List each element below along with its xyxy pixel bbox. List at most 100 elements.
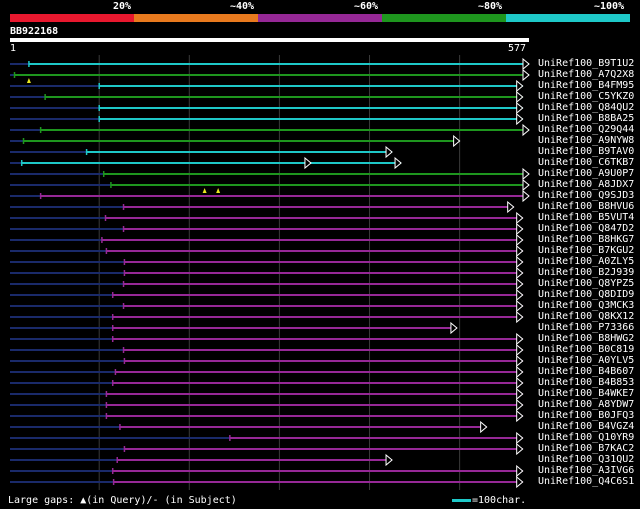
- hit-label[interactable]: UniRef100_A9U0P7: [538, 168, 634, 179]
- hit-alignment-row[interactable]: [10, 79, 524, 93]
- hit-label[interactable]: UniRef100_Q31QU2: [538, 454, 634, 465]
- hit-alignment-row[interactable]: [10, 266, 524, 280]
- hit-label[interactable]: UniRef100_B0JFQ3: [538, 410, 634, 421]
- hit-end-arrow: [516, 299, 524, 313]
- hit-end-arrow: [516, 90, 524, 104]
- hit-label[interactable]: UniRef100_Q29Q44: [538, 124, 634, 135]
- hit-label[interactable]: UniRef100_A0ZLY5: [538, 256, 634, 267]
- hit-alignment-row[interactable]: [10, 68, 530, 83]
- hit-end-arrow: [516, 79, 524, 93]
- hit-alignment-row[interactable]: [10, 464, 524, 478]
- hit-alignment-row[interactable]: [10, 90, 524, 104]
- hit-label[interactable]: UniRef100_Q847D2: [538, 223, 634, 234]
- hit-end-arrow: [516, 332, 524, 346]
- hit-alignment-row[interactable]: [10, 134, 461, 148]
- hit-alignment-row[interactable]: [10, 277, 524, 291]
- hit-end-arrow: [450, 321, 458, 335]
- hit-label[interactable]: UniRef100_Q8KX12: [538, 311, 634, 322]
- hit-label[interactable]: UniRef100_B4B607: [538, 366, 634, 377]
- hit-label[interactable]: UniRef100_C6TKB7: [538, 157, 634, 168]
- hit-end-arrow: [516, 310, 524, 324]
- hit-label[interactable]: UniRef100_P73366: [538, 322, 634, 333]
- hit-alignment-row[interactable]: [10, 321, 458, 335]
- hit-end-arrow: [516, 387, 524, 401]
- hit-alignment-row[interactable]: [10, 288, 524, 302]
- hit-label[interactable]: UniRef100_B8BA25: [538, 113, 634, 124]
- hit-end-arrow: [516, 442, 524, 456]
- hit-alignment-row[interactable]: [10, 123, 530, 137]
- hit-label[interactable]: UniRef100_B4VGZ4: [538, 421, 634, 432]
- hit-label[interactable]: UniRef100_A8JDX7: [538, 179, 634, 190]
- hit-label[interactable]: UniRef100_Q10YR9: [538, 432, 634, 443]
- hit-end-arrow: [516, 398, 524, 412]
- hit-label[interactable]: UniRef100_B2J939: [538, 267, 634, 278]
- hit-alignment-row[interactable]: [10, 343, 524, 357]
- hit-alignment-row[interactable]: [10, 178, 530, 193]
- hit-label[interactable]: UniRef100_Q8DID9: [538, 289, 634, 300]
- hit-alignment-row[interactable]: [10, 101, 524, 115]
- hit-end-arrow: [516, 464, 524, 478]
- hit-label[interactable]: UniRef100_C5YKZ0: [538, 91, 634, 102]
- hit-label[interactable]: UniRef100_B8HWG2: [538, 333, 634, 344]
- hit-alignment-row[interactable]: [10, 332, 524, 346]
- hit-alignment-row[interactable]: [10, 222, 524, 236]
- hit-alignment-row[interactable]: [10, 365, 524, 379]
- hit-label[interactable]: UniRef100_B4B853: [538, 377, 634, 388]
- hit-label[interactable]: UniRef100_B0C819: [538, 344, 634, 355]
- hit-alignment-row[interactable]: [10, 167, 530, 181]
- hit-alignment-row[interactable]: [10, 376, 524, 390]
- scale-label: =100char.: [472, 495, 527, 506]
- hit-alignment-row[interactable]: [10, 145, 393, 159]
- hit-label[interactable]: UniRef100_A8YDW7: [538, 399, 634, 410]
- hit-label[interactable]: UniRef100_B8HKG7: [538, 234, 634, 245]
- hit-label[interactable]: UniRef100_B4WKE7: [538, 388, 634, 399]
- hit-label[interactable]: UniRef100_Q3MCK3: [538, 300, 634, 311]
- hit-end-arrow: [453, 134, 461, 148]
- hit-alignment-row[interactable]: [10, 387, 524, 401]
- hit-alignment-row[interactable]: [10, 453, 393, 467]
- hit-end-arrow: [516, 376, 524, 390]
- hit-end-arrow: [385, 453, 393, 467]
- hit-end-arrow: [516, 365, 524, 379]
- hit-alignment-row[interactable]: [10, 57, 530, 71]
- hit-alignment-row[interactable]: [10, 211, 524, 225]
- hit-alignment-row[interactable]: [10, 354, 524, 368]
- hit-end-arrow: [516, 244, 524, 258]
- hit-alignment-row[interactable]: [10, 189, 530, 203]
- hit-end-arrow: [516, 431, 524, 445]
- hit-label[interactable]: UniRef100_A0YLV5: [538, 355, 634, 366]
- hit-alignment-row[interactable]: [10, 255, 524, 269]
- hit-label[interactable]: UniRef100_Q8YPZ5: [538, 278, 634, 289]
- hit-alignment-row[interactable]: [10, 409, 524, 423]
- hit-label[interactable]: UniRef100_A3IVG6: [538, 465, 634, 476]
- hit-alignment-row[interactable]: [10, 156, 402, 170]
- hit-label[interactable]: UniRef100_B7KAC2: [538, 443, 634, 454]
- scale-bar: [452, 499, 471, 502]
- hit-alignment-row[interactable]: [10, 233, 524, 247]
- hit-label[interactable]: UniRef100_B9T1U2: [538, 58, 634, 69]
- hit-alignment-row[interactable]: [10, 112, 524, 126]
- hit-alignment-row[interactable]: [10, 310, 524, 324]
- hit-label[interactable]: UniRef100_B9TAV0: [538, 146, 634, 157]
- hit-alignment-row[interactable]: [10, 398, 524, 412]
- hit-end-arrow: [516, 211, 524, 225]
- hit-label[interactable]: UniRef100_Q9SJD3: [538, 190, 634, 201]
- hit-label[interactable]: UniRef100_B7KGU2: [538, 245, 634, 256]
- hit-label[interactable]: UniRef100_B5VUT4: [538, 212, 634, 223]
- hit-end-arrow: [522, 178, 530, 192]
- hit-label[interactable]: UniRef100_A9NYW8: [538, 135, 634, 146]
- hit-label[interactable]: UniRef100_B4FM95: [538, 80, 634, 91]
- hit-alignment-row[interactable]: [10, 299, 524, 313]
- hit-end-arrow: [522, 57, 530, 71]
- hit-alignment-row[interactable]: [10, 442, 524, 456]
- hit-label[interactable]: UniRef100_Q84QU2: [538, 102, 634, 113]
- hit-alignment-row[interactable]: [10, 475, 524, 489]
- hit-label[interactable]: UniRef100_B8HVU6: [538, 201, 634, 212]
- hit-label[interactable]: UniRef100_Q4C6S1: [538, 476, 634, 487]
- hit-alignment-row[interactable]: [10, 200, 515, 214]
- hit-alignment-row[interactable]: [10, 431, 524, 445]
- hit-alignment-row[interactable]: [10, 420, 488, 434]
- hit-label[interactable]: UniRef100_A7Q2X8: [538, 69, 634, 80]
- hit-end-arrow: [304, 156, 312, 170]
- hit-alignment-row[interactable]: [10, 244, 524, 258]
